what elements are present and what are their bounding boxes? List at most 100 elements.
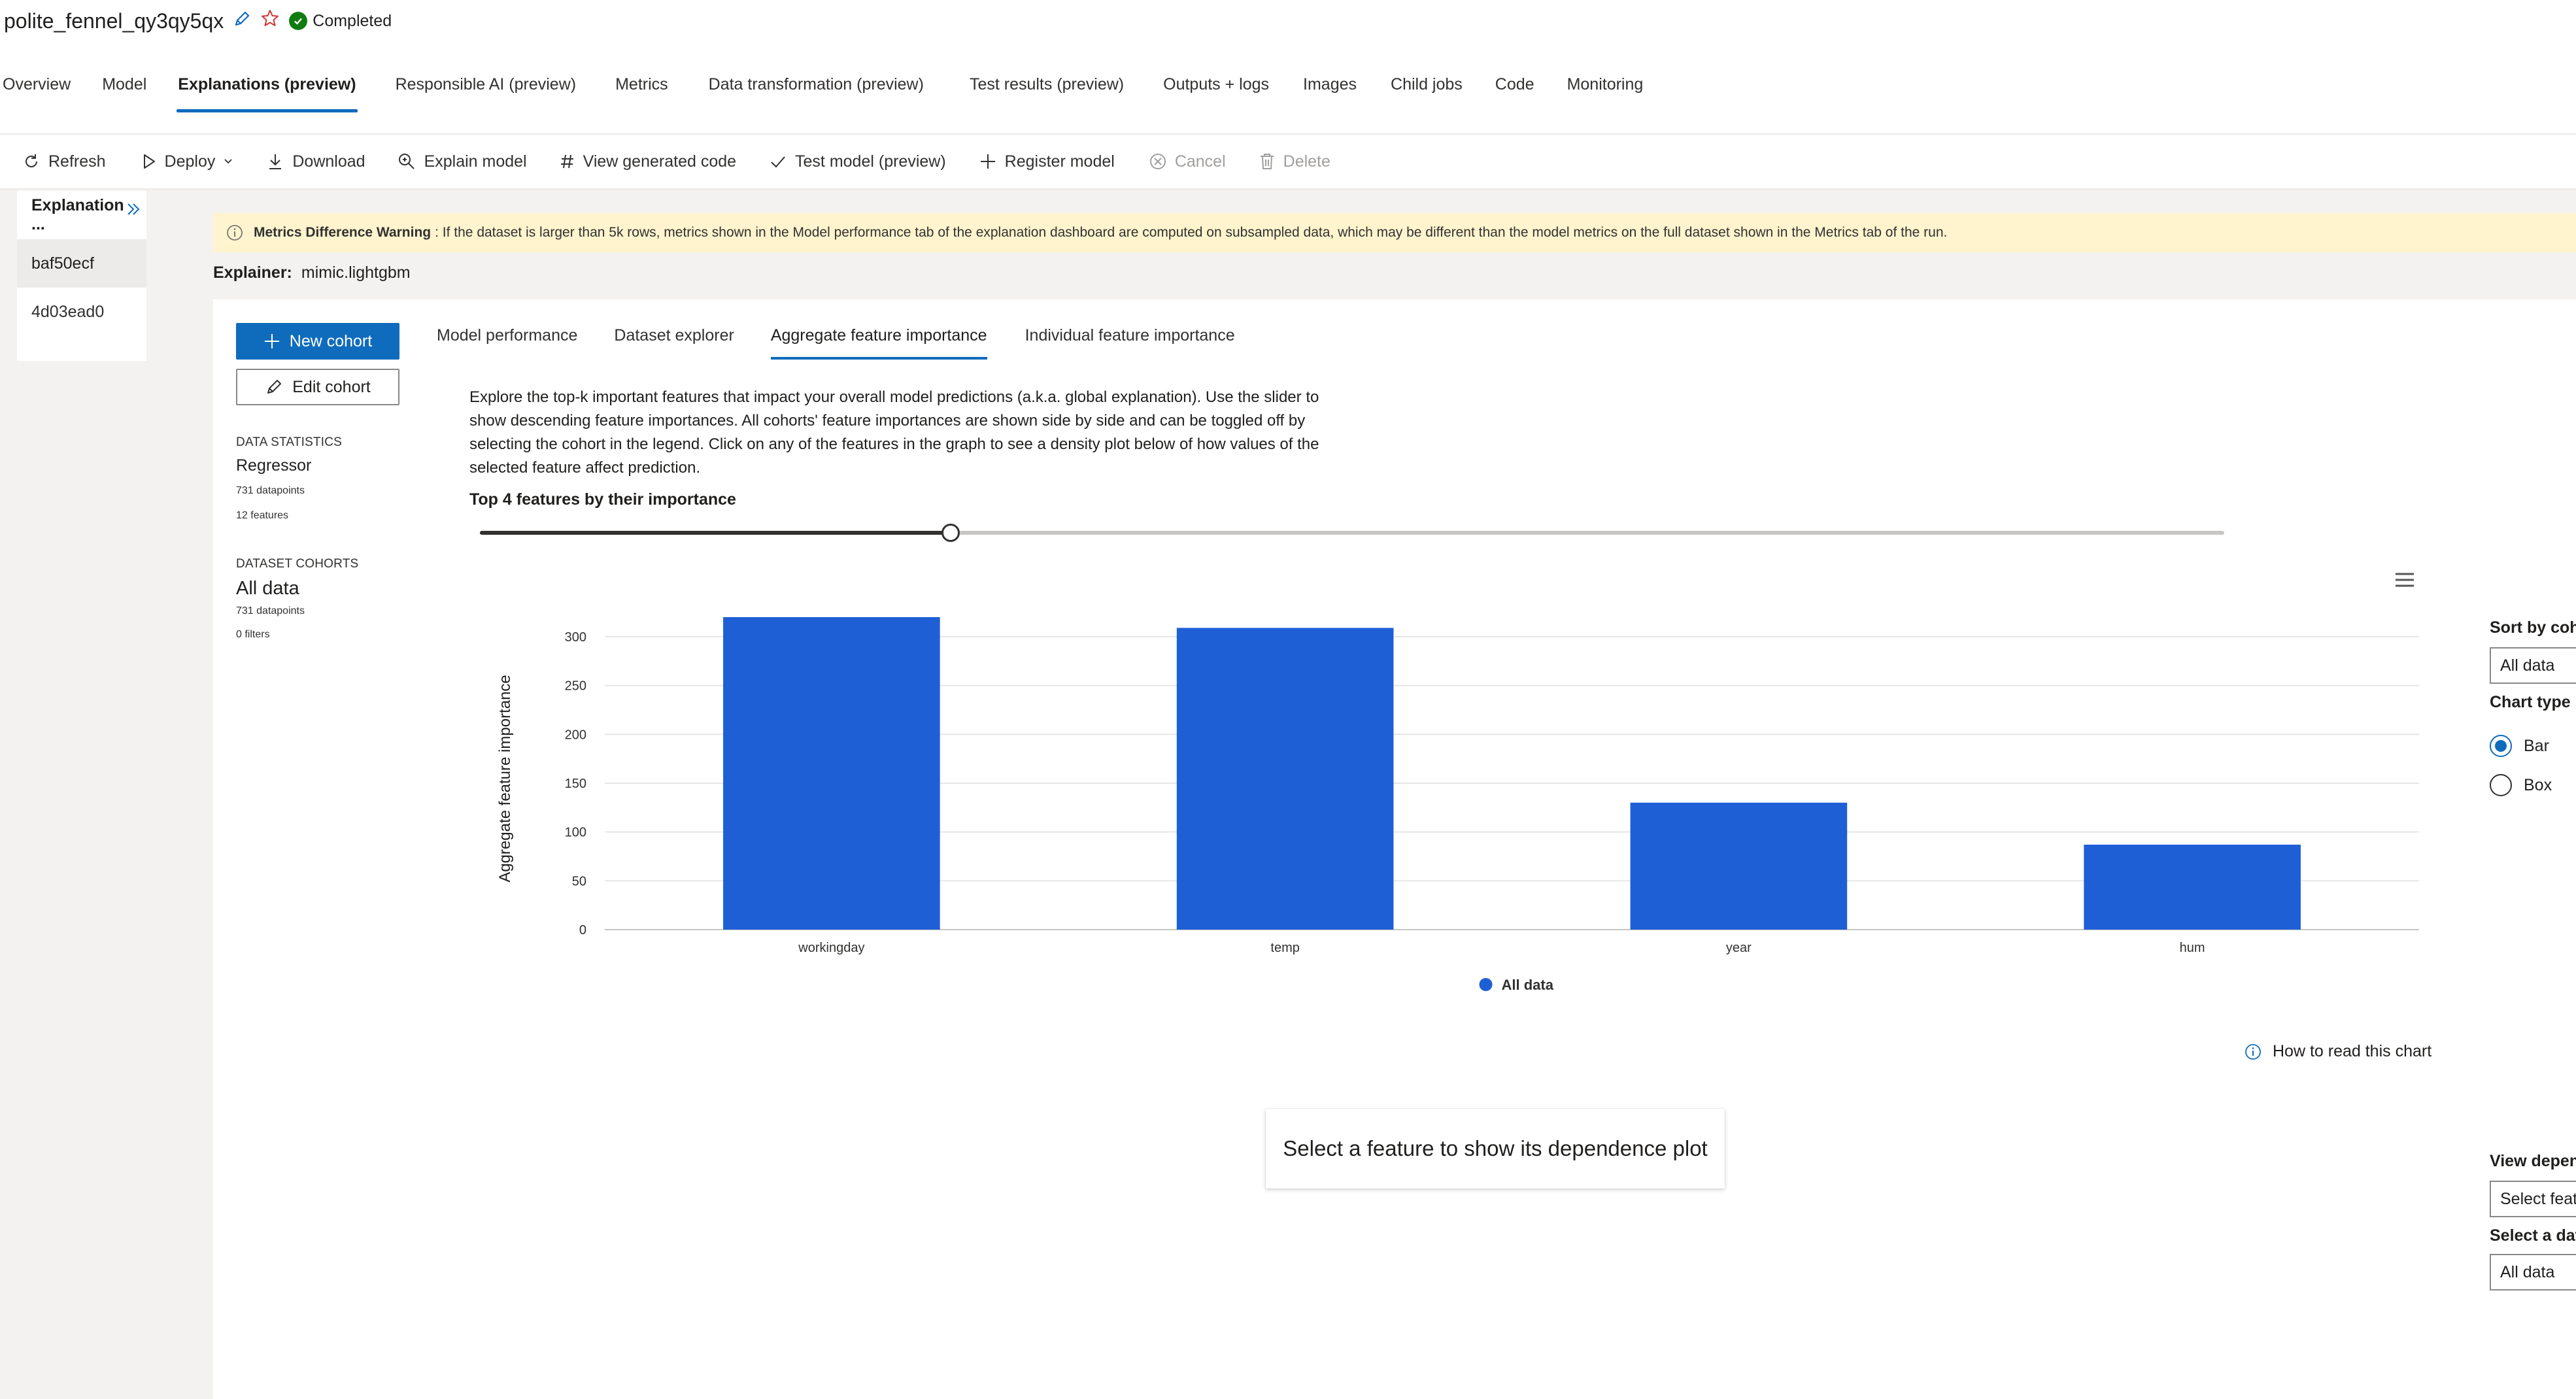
how-to-read-link[interactable]: How to read this chart	[2244, 1042, 2432, 1061]
cancel-circle-icon	[1149, 154, 1166, 169]
top-k-slider[interactable]	[480, 524, 2224, 550]
tab-responsible-ai[interactable]: Responsible AI (preview)	[394, 69, 578, 112]
refresh-button[interactable]: Refresh	[22, 145, 106, 178]
run-name: polite_fennel_qy3qy5qx	[4, 8, 224, 33]
play-icon	[143, 154, 155, 169]
edit-cohort-label: Edit cohort	[292, 377, 371, 396]
download-label: Download	[292, 152, 365, 171]
tab-code[interactable]: Code	[1494, 69, 1536, 112]
register-model-button[interactable]: Register model	[979, 145, 1115, 178]
radio-selected-indicator	[2490, 735, 2512, 757]
deploy-label: Deploy	[164, 152, 216, 171]
new-cohort-button[interactable]: New cohort	[236, 323, 399, 360]
y-tick-label: 100	[565, 826, 586, 840]
view-dependence-dropdown[interactable]: Select feat	[2490, 1181, 2576, 1217]
dashboard-tabs: Model performance Dataset explorer Aggre…	[437, 320, 1235, 361]
explanation-list-title: Explanation ...	[31, 196, 124, 233]
tab-model-performance[interactable]: Model performance	[437, 320, 577, 360]
download-button[interactable]: Download	[266, 145, 365, 178]
edit-cohort-button[interactable]: Edit cohort	[236, 369, 399, 405]
checkmark-icon	[771, 156, 785, 168]
y-axis-label: Aggregate feature importance	[496, 675, 514, 883]
y-tick-label: 150	[565, 777, 586, 791]
datapoint-count: 731 datapoints	[236, 485, 305, 496]
tab-dataset-explorer[interactable]: Dataset explorer	[614, 320, 734, 360]
deploy-button[interactable]: Deploy	[141, 145, 234, 178]
plus-icon	[980, 154, 995, 169]
explainer-info: Explainer: mimic.lightgbm	[213, 261, 411, 284]
y-tick-label: 50	[572, 874, 586, 888]
tab-child-jobs[interactable]: Child jobs	[1389, 69, 1464, 112]
explanation-list-header: Explanation ...	[17, 191, 146, 239]
edit-pencil-icon[interactable]	[233, 9, 251, 33]
bar-option-label: Bar	[2524, 736, 2549, 755]
select-dataset-dropdown[interactable]: All data	[2490, 1254, 2576, 1290]
favorite-star-icon[interactable]	[260, 8, 280, 33]
command-bar: Refresh Deploy Download Explain model Vi…	[0, 145, 1330, 178]
radio-unselected-indicator	[2490, 774, 2512, 796]
collapse-double-chevron-icon[interactable]	[124, 200, 144, 224]
test-model-button[interactable]: Test model (preview)	[769, 145, 946, 178]
delete-button[interactable]: Delete	[1259, 145, 1330, 178]
cancel-button[interactable]: Cancel	[1149, 145, 1226, 178]
x-tick-label: year	[1726, 941, 1752, 955]
tab-individual-feature-importance[interactable]: Individual feature importance	[1025, 320, 1235, 360]
chart-menu-icon[interactable]	[2393, 570, 2416, 590]
tab-monitoring[interactable]: Monitoring	[1566, 69, 1645, 112]
tab-data-transformation[interactable]: Data transformation (preview)	[707, 69, 925, 112]
cancel-label: Cancel	[1174, 152, 1226, 171]
success-check-icon	[289, 12, 308, 30]
slider-fill	[480, 531, 951, 535]
tab-model[interactable]: Model	[101, 69, 148, 112]
tab-metrics[interactable]: Metrics	[614, 69, 669, 112]
cohort-datapoints: 731 datapoints	[236, 605, 305, 616]
plus-icon	[264, 334, 279, 348]
chart-type-bar-radio[interactable]: Bar	[2490, 735, 2549, 757]
edit-pencil-icon	[267, 380, 282, 394]
y-tick-label: 200	[565, 728, 586, 742]
chevron-down-icon	[224, 159, 233, 164]
info-icon	[226, 224, 243, 241]
y-tick-label: 0	[579, 923, 586, 937]
cohort-filters: 0 filters	[236, 629, 270, 640]
tab-test-results[interactable]: Test results (preview)	[968, 69, 1125, 112]
info-icon	[2245, 1043, 2261, 1060]
box-option-label: Box	[2524, 775, 2552, 794]
warning-text: : If the dataset is larger than 5k rows,…	[435, 225, 1948, 240]
tab-images[interactable]: Images	[1302, 69, 1358, 112]
x-tick-label: workingday	[798, 941, 864, 955]
view-dependence-label: View depen	[2490, 1152, 2576, 1170]
explanation-list: Explanation ... baf50ecf 4d03ead0	[17, 191, 146, 361]
metrics-warning-bar: Metrics Difference Warning : If the data…	[213, 213, 2576, 252]
view-generated-code-button[interactable]: View generated code	[560, 145, 736, 178]
tab-outputs-logs[interactable]: Outputs + logs	[1162, 69, 1270, 112]
tab-explanations[interactable]: Explanations (preview)	[177, 69, 358, 112]
sort-by-cohort-dropdown[interactable]: All data	[2490, 647, 2576, 684]
explain-model-label: Explain model	[424, 152, 527, 171]
tab-overview[interactable]: Overview	[1, 69, 72, 112]
hash-icon	[560, 154, 573, 169]
bar-year	[1630, 802, 1848, 930]
cohort-name: All data	[236, 578, 299, 599]
legend-marker	[1479, 978, 1493, 991]
chart-type-box-radio[interactable]: Box	[2490, 774, 2552, 796]
status-badge: Completed	[289, 12, 392, 31]
tab-aggregate-feature-importance[interactable]: Aggregate feature importance	[770, 320, 987, 360]
slider-thumb[interactable]	[941, 524, 960, 542]
y-tick-label: 250	[565, 679, 586, 694]
x-tick-label: hum	[2180, 941, 2205, 955]
explainer-value: mimic.lightgbm	[301, 263, 411, 282]
bar-hum	[2084, 845, 2301, 930]
download-icon	[269, 154, 282, 169]
bar-workingday	[723, 617, 940, 930]
select-dataset-label: Select a dat	[2490, 1226, 2576, 1245]
bar-temp	[1176, 628, 1394, 930]
how-to-read-label: How to read this chart	[2273, 1042, 2432, 1060]
register-model-label: Register model	[1004, 152, 1115, 171]
explanation-item[interactable]: 4d03ead0	[17, 288, 146, 336]
explanation-item[interactable]: baf50ecf	[17, 239, 146, 288]
data-statistics-heading: DATA STATISTICS	[236, 435, 343, 449]
explain-model-button[interactable]: Explain model	[397, 145, 527, 178]
chart-description: Explore the top-k important features tha…	[469, 388, 1319, 477]
refresh-label: Refresh	[48, 152, 106, 171]
